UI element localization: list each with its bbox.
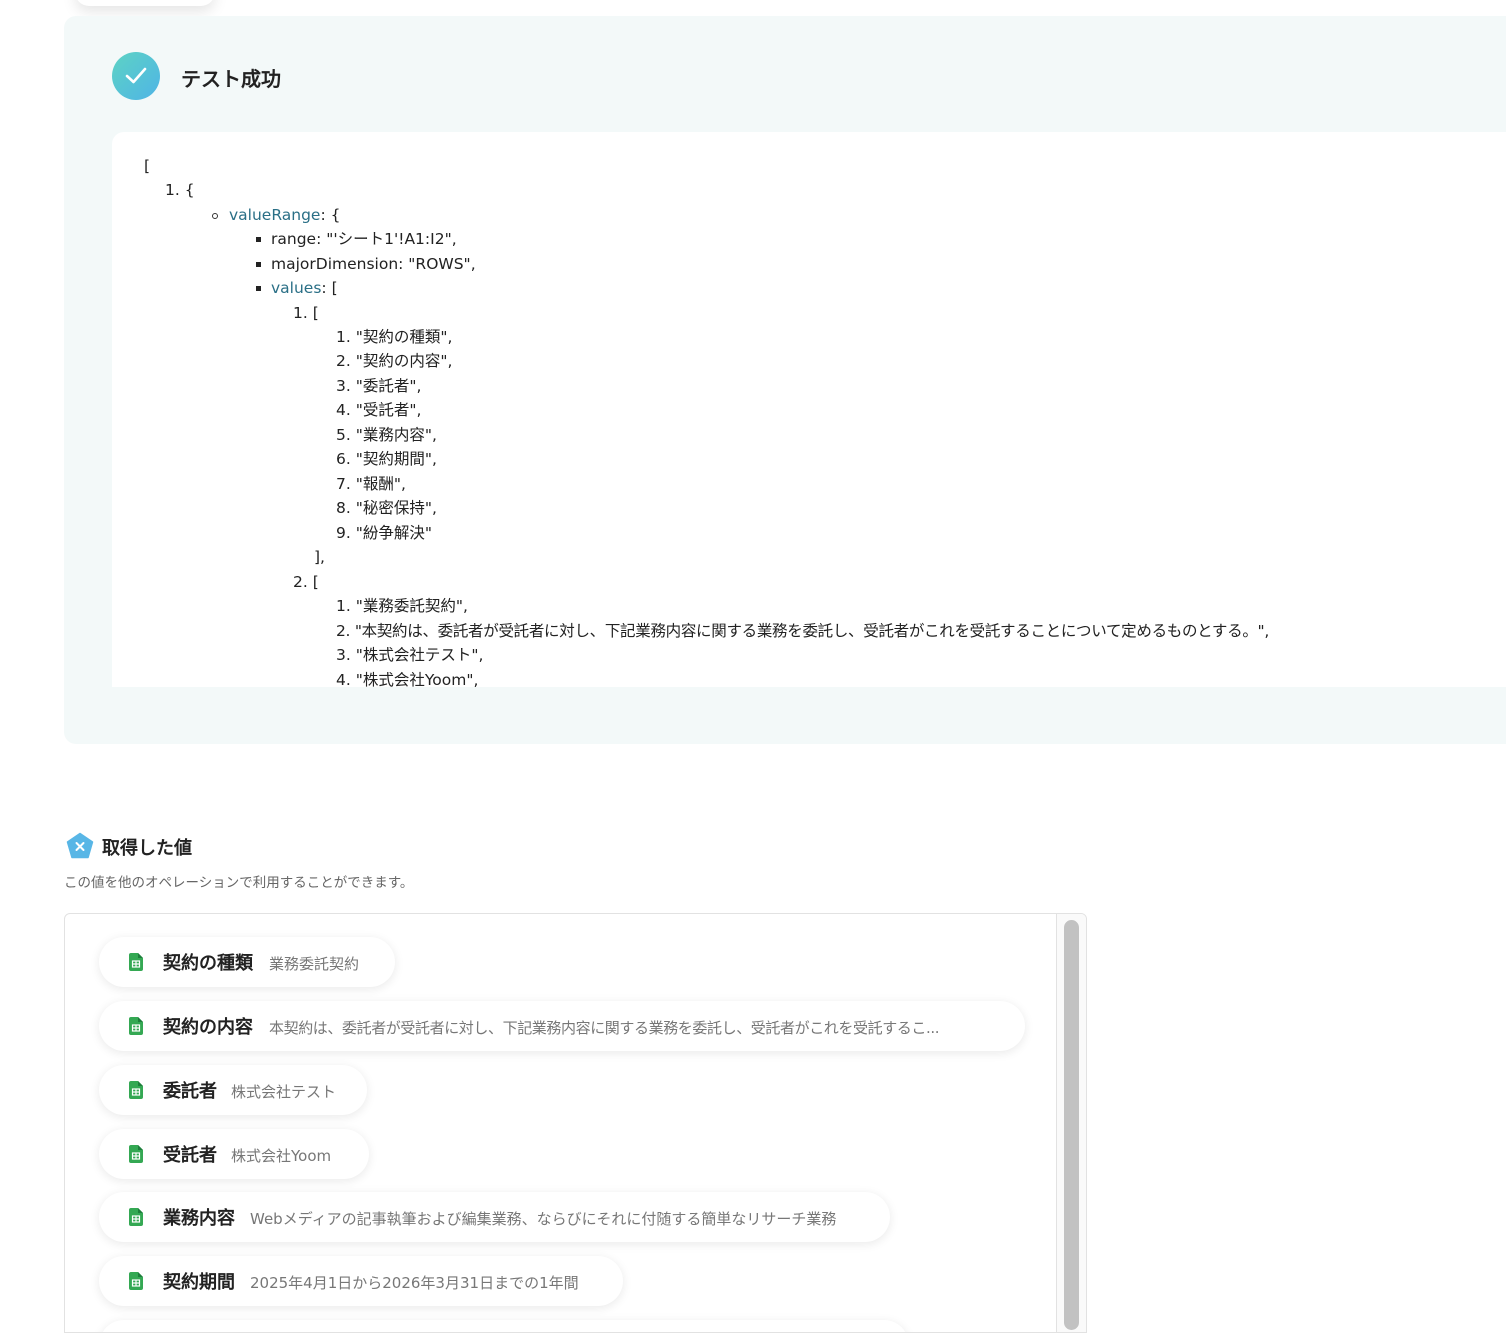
json-line: 4. "株式会社Yoom", [336,671,479,687]
value-text: 株式会社Yoom [231,1147,332,1165]
value-text: 株式会社テスト [231,1083,337,1101]
json-line: 2. "契約の内容", [336,352,453,370]
value-text: 本契約は、委託者が受託者に対し、下記業務内容に関する業務を委託し、受託者がこれを… [269,1019,940,1037]
json-line: 1. [ [293,304,319,322]
value-chip[interactable]: 業務内容 Webメディアの記事執筆および編集業務、ならびにそれに付随する簡単なリ… [99,1192,890,1242]
value-chip[interactable]: 契約の種類 業務委託契約 [99,937,395,987]
scrollbar-thumb[interactable] [1064,920,1079,1330]
json-output[interactable]: [ 1. { valueRange: { range: "'シート1'!A1:I… [112,132,1506,687]
google-sheets-icon [129,1145,143,1163]
obtained-values-list[interactable]: 契約の種類 業務委託契約 契約の内容 本契約は、委託者が受託者に対し、下記業務内… [64,913,1087,1333]
json-key: values [271,279,322,297]
square-bullet-icon [256,262,261,267]
obtained-values-title: 取得した値 [102,838,192,859]
google-sheets-icon [129,1081,143,1099]
json-line: valueRange: { [229,203,340,227]
json-punct: : [ [321,279,338,297]
circle-bullet-icon [212,213,218,219]
json-line: 1. "契約の種類", [336,328,453,346]
check-icon [112,52,160,100]
value-chip[interactable]: 契約期間 2025年4月1日から2026年3月31日までの1年間 [99,1256,623,1306]
google-sheets-icon [129,1272,143,1290]
previous-card-edge [75,0,215,6]
json-line: 1. "業務委託契約", [336,597,468,615]
obtained-values-description: この値を他のオペレーションで利用することができます。 [64,875,414,891]
test-result-card: テスト成功 [ 1. { valueRange: { range: "'シート1… [64,16,1506,744]
google-sheets-icon [129,1017,143,1035]
json-line: 9. "紛争解決" [336,524,432,542]
value-text: 2025年4月1日から2026年3月31日までの1年間 [250,1274,579,1292]
value-chip[interactable]: 受託者 株式会社Yoom [99,1129,369,1179]
json-line: [ [144,157,151,175]
json-line: 3. "株式会社テスト", [336,646,484,664]
value-text: Webメディアの記事執筆および編集業務、ならびにそれに付随する簡単なリサーチ業務 [250,1210,837,1228]
google-sheets-icon [129,1208,143,1226]
json-line: 7. "報酬", [336,475,406,493]
value-chip[interactable]: 委託者 株式会社テスト [99,1065,367,1115]
value-key: 契約の種類 [163,953,253,974]
json-line: values: [ [271,276,338,300]
value-text: 業務委託契約 [269,955,360,973]
value-key: 契約の内容 [163,1017,253,1038]
json-line: 5. "業務内容", [336,426,437,444]
json-line: ], [314,548,325,566]
json-line: 4. "受託者", [336,401,422,419]
json-line: 3. "委託者", [336,377,422,395]
json-key: valueRange [229,206,321,224]
json-line: 6. "契約期間", [336,450,437,468]
value-key: 契約期間 [163,1272,235,1293]
json-line: majorDimension: "ROWS", [271,255,476,273]
json-line: 8. "秘密保持", [336,499,437,517]
json-punct: : { [320,206,341,224]
value-key: 委託者 [163,1081,217,1102]
variable-pentagon-icon [66,832,94,859]
json-line: 2. [ [293,573,319,591]
json-line: 1. { [165,181,195,199]
google-sheets-icon [129,953,143,971]
square-bullet-icon [256,286,261,291]
value-key: 業務内容 [163,1208,235,1229]
json-line: range: "'シート1'!A1:I2", [271,230,457,248]
value-chip[interactable]: 契約の内容 本契約は、委託者が受託者に対し、下記業務内容に関する業務を委託し、受… [99,1001,1025,1051]
status-title: テスト成功 [181,67,281,91]
scrollbar[interactable] [1056,914,1086,1332]
json-line: 2. "本契約は、委託者が受託者に対し、下記業務内容に関する業務を委託し、受託者… [336,622,1269,640]
square-bullet-icon [256,237,261,242]
value-key: 受託者 [163,1145,217,1166]
